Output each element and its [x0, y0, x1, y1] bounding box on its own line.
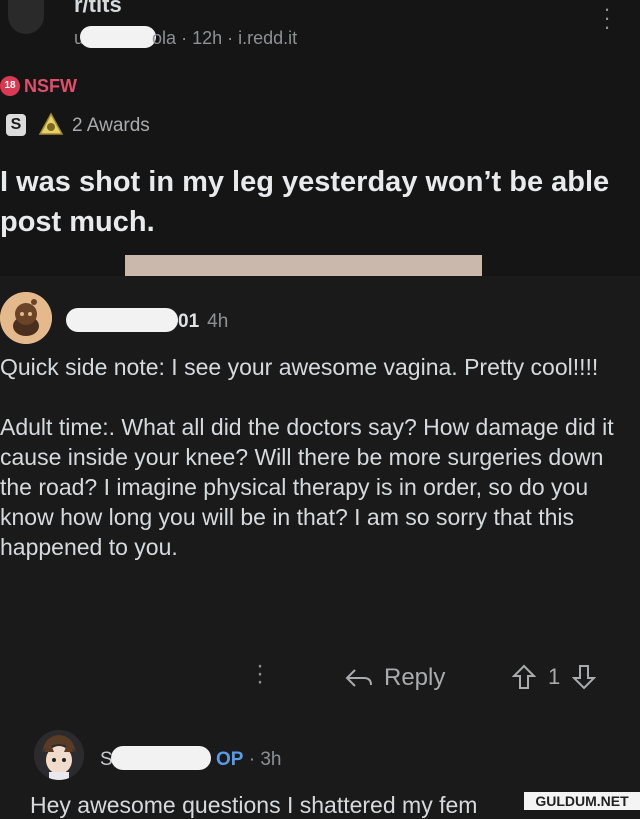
post-meta: u ola · 12h · i.redd.it — [74, 26, 297, 49]
reply-age: 3h — [260, 749, 282, 770]
anime-avatar-icon — [34, 730, 84, 780]
reply-button[interactable]: Reply — [344, 664, 445, 692]
vote-controls: 1 — [512, 664, 597, 690]
comment-paragraph: Quick side note: I see your awesome vagi… — [0, 354, 599, 380]
reply-arrow-icon — [345, 669, 372, 687]
redaction-mark — [66, 308, 178, 332]
redaction-mark — [80, 26, 157, 48]
comment-age: 4h — [207, 311, 229, 332]
snoo-avatar-icon — [0, 292, 52, 344]
reply-author[interactable]: S OP · 3h — [100, 746, 281, 771]
vote-count: 1 — [548, 664, 561, 689]
post-title[interactable]: I was shot in my leg yesterday won’t be … — [0, 162, 620, 242]
awards-count[interactable]: 2 Awards — [72, 115, 150, 137]
meta-separator: · — [248, 749, 256, 770]
upvote-icon[interactable] — [512, 664, 536, 690]
comment-username-suffix[interactable]: 01 — [178, 311, 199, 332]
avatar[interactable] — [34, 730, 84, 780]
post-username-suffix[interactable]: ola — [152, 28, 176, 48]
comment-body: Quick side note: I see your awesome vagi… — [0, 352, 620, 592]
reply-label: Reply — [384, 664, 446, 691]
silver-award-icon: S — [6, 114, 26, 136]
nsfw-label: NSFW — [24, 76, 77, 96]
helpful-award-icon — [38, 112, 64, 135]
comment-paragraph: Adult time:. What all did the doctors sa… — [0, 414, 614, 560]
comment-more-icon[interactable]: · · · — [256, 654, 264, 694]
post-age: 12h — [192, 28, 223, 48]
subreddit-name[interactable]: r/tits — [74, 0, 122, 18]
reply-body: Hey awesome questions I shattered my fem — [30, 792, 478, 818]
post-domain[interactable]: i.redd.it — [238, 28, 297, 48]
op-badge: OP — [215, 749, 244, 770]
post-image[interactable] — [125, 255, 482, 276]
watermark: GULDUM.NET — [524, 792, 640, 810]
meta-separator: · — [227, 28, 234, 48]
redaction-mark — [110, 746, 211, 770]
more-vertical-icon[interactable]: · · · — [596, 0, 618, 38]
meta-separator: · — [181, 28, 188, 48]
avatar[interactable] — [0, 292, 52, 344]
nsfw-badge: 18 — [0, 76, 20, 96]
downvote-icon[interactable] — [572, 664, 597, 690]
comment-author[interactable]: 01 4h — [66, 308, 228, 333]
